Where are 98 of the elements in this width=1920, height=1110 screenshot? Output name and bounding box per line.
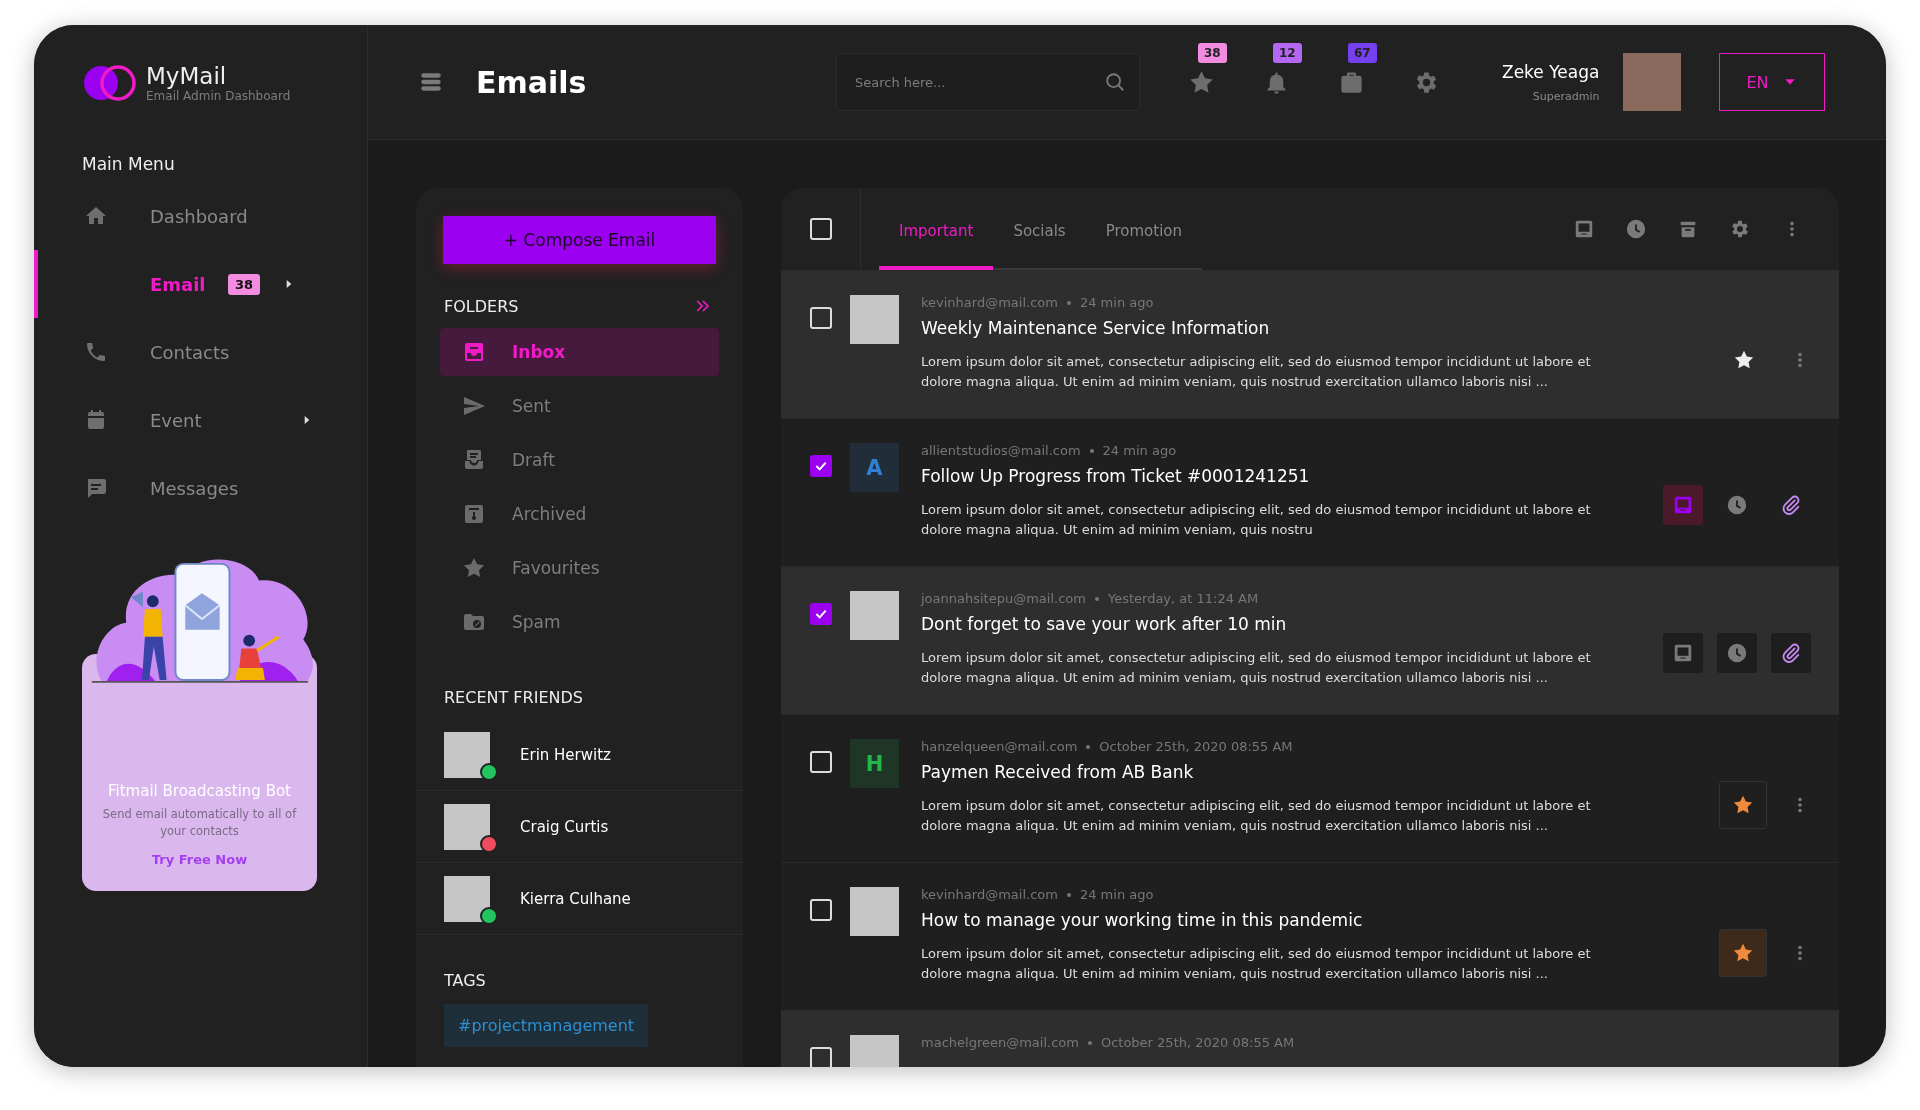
email-subject: How to manage your working time in this pandemic — [921, 910, 1364, 930]
photo-placeholder — [444, 803, 490, 850]
section-heading: RECENT FRIENDS — [444, 688, 583, 707]
count-badge: 12 — [1273, 42, 1302, 63]
menu-item[interactable]: Dashboard — [150, 205, 300, 227]
folder-item[interactable]: Draft — [440, 436, 719, 484]
brand-subtitle: Email Admin Dashboard — [146, 88, 291, 103]
count-badge: 67 — [1348, 42, 1377, 63]
email-row[interactable]: machelgreen@mail.com October 25th, 2020 08:55 AM — [781, 1011, 1839, 1067]
checkbox[interactable] — [810, 603, 832, 625]
phone-icon — [84, 340, 108, 364]
tag[interactable]: #projectmanagement — [444, 1004, 649, 1047]
menu-heading: Main Menu — [81, 153, 176, 174]
separator-dot — [1089, 448, 1094, 453]
email-subject: Paymen Received from AB Bank — [921, 762, 1195, 782]
email-preview: Lorem ipsum dolor sit amet, consectetur adipiscing elit, sed do eiusmod tempor incididunt ut labore et dolore magna aliqua. Ut enim ad minim veniam, quis nostrud exercitation ullamco laboris nisi ... — [921, 945, 1592, 984]
friend-name[interactable]: Craig Curtis — [520, 817, 609, 836]
timestamp: October 25th, 2020 08:55 AM — [1099, 739, 1293, 754]
section-heading: TAGS — [444, 971, 486, 990]
separator-dot — [1066, 300, 1071, 305]
clock-icon[interactable] — [1625, 218, 1647, 240]
email-preview: Lorem ipsum dolor sit amet, consectetur adipiscing elit, sed do eiusmod tempor incididunt ut labore et dolore magna aliqua. Ut enim ad minim veniam, quis nostrud exercitation ullamco laboris nisi ... — [921, 649, 1592, 688]
paperclip-icon — [1780, 494, 1802, 516]
count-badge: 38 — [1198, 42, 1227, 63]
folder-item[interactable]: Favourites — [440, 544, 719, 592]
email-subject: Follow Up Progress from Ticket #0001241251 — [921, 466, 1311, 486]
monitor-icon[interactable] — [1573, 218, 1595, 240]
folder-item[interactable]: Sent — [440, 382, 719, 430]
friend-name[interactable]: Erin Herwitz — [520, 745, 611, 764]
compose-button[interactable]: + Compose Email — [443, 216, 716, 264]
section-heading: FOLDERS — [444, 296, 519, 316]
timestamp: Yesterday, at 11:24 AM — [1107, 591, 1259, 606]
checkbox[interactable] — [810, 455, 832, 477]
avatar-initial: A — [850, 443, 899, 492]
inbox-icon — [462, 340, 486, 364]
timestamp: 24 min ago — [1079, 887, 1154, 902]
email-preview: Lorem ipsum dolor sit amet, consectetur adipiscing elit, sed do eiusmod tempor incididunt ut labore et dolore magna aliqua. Ut enim ad minim veniam, quis nostrud exercitation ullamco laboris nisi ... — [921, 797, 1592, 836]
menu-item[interactable]: Messages — [150, 477, 300, 499]
clock-button[interactable] — [1717, 633, 1757, 673]
monitor-button[interactable] — [1663, 633, 1703, 673]
paperclip-icon — [1780, 642, 1802, 664]
friend-name[interactable]: Kierra Culhane — [520, 889, 631, 908]
sender-email: joannahsitepu@mail.com — [921, 591, 1086, 606]
sender-email: hanzelqueen@mail.com — [921, 739, 1078, 754]
email-preview: Lorem ipsum dolor sit amet, consectetur adipiscing elit, sed do eiusmod tempor incididunt ut labore et dolore magna aliqua. Ut enim ad minim veniam, quis nostrud exercitation ullamco laboris nisi ... — [921, 353, 1592, 392]
sender-email: kevinhard@mail.com — [921, 887, 1058, 902]
star-icon — [462, 556, 486, 580]
email-preview: Lorem ipsum dolor sit amet, consectetur adipiscing elit, sed do eiusmod tempor incididunt ut labore et dolore magna aliqua. Ut enim ad minim veniam, quis nostru — [921, 501, 1592, 540]
count-badge: 38 — [228, 273, 261, 295]
menu-item[interactable]: Email — [150, 273, 228, 295]
logo-icon — [82, 62, 138, 103]
separator-dot — [1066, 892, 1071, 897]
email-subject: Weekly Maintenance Service Information — [921, 318, 1271, 338]
language-dropdown[interactable]: EN — [1719, 53, 1826, 111]
photo-placeholder — [850, 591, 899, 640]
search-field[interactable]: Search here... — [836, 53, 1140, 111]
monitor-button[interactable] — [1663, 485, 1703, 525]
star-button[interactable] — [1719, 929, 1767, 977]
email-row[interactable] — [781, 271, 1839, 419]
separator-dot — [1087, 1040, 1092, 1045]
photo-placeholder — [850, 887, 899, 936]
clock-icon — [1726, 494, 1748, 516]
star-button[interactable] — [1719, 781, 1767, 829]
brand-name: MyMail — [146, 62, 228, 89]
menu-item[interactable]: Contacts — [150, 341, 300, 363]
timestamp: 24 min ago — [1079, 295, 1154, 310]
clock-icon — [1726, 642, 1748, 664]
paper-plane-icon — [462, 394, 486, 418]
attachment-button[interactable] — [1771, 633, 1811, 673]
photo-placeholder — [444, 731, 490, 778]
draft-tray-icon — [462, 448, 486, 472]
monitor-icon — [1672, 642, 1694, 664]
monitor-icon — [1672, 494, 1694, 516]
separator-dot — [1086, 744, 1091, 749]
menu-item[interactable]: Event — [150, 409, 300, 431]
page-title: Emails — [476, 64, 588, 100]
folder-item[interactable]: Inbox — [440, 328, 719, 376]
timestamp: October 25th, 2020 08:55 AM — [1100, 1035, 1295, 1050]
sender-email: kevinhard@mail.com — [921, 295, 1058, 310]
archive-box-icon — [462, 502, 486, 526]
promo-title: Fitmail Broadcasting Bot — [108, 781, 291, 800]
photo-placeholder — [850, 295, 899, 344]
email-subject: Dont forget to save your work after 10 min — [921, 614, 1288, 634]
promo-text: Send email automatically to all of your contacts — [101, 805, 298, 840]
folder-item[interactable]: Spam — [440, 598, 719, 646]
try-free-link[interactable]: Try Free Now — [151, 852, 248, 867]
folder-item[interactable]: Archived — [440, 490, 719, 538]
timestamp: 24 min ago — [1102, 443, 1177, 458]
user-name: Zeke Yeaga — [1502, 61, 1600, 82]
sender-email: allientstudios@mail.com — [921, 443, 1081, 458]
photo-placeholder — [444, 875, 490, 922]
sender-email: machelgreen@mail.com — [921, 1035, 1079, 1050]
user-role: Superadmin — [1532, 89, 1600, 103]
email-row[interactable] — [781, 567, 1839, 715]
settings-icon[interactable] — [1729, 218, 1751, 240]
separator-dot — [1094, 596, 1099, 601]
search-icon[interactable] — [1104, 71, 1126, 93]
avatar-initial: H — [850, 739, 899, 788]
